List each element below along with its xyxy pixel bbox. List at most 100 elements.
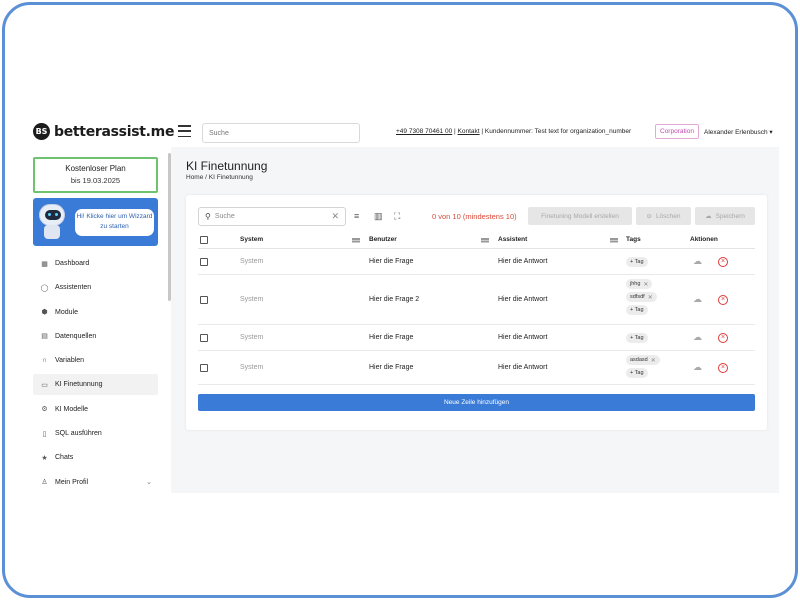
column-header-user[interactable]: Benutzer: [369, 236, 397, 243]
row-checkbox[interactable]: [200, 364, 208, 372]
contact-link[interactable]: Kontakt: [458, 128, 480, 135]
count-status: 0 von 10 (mindestens 10): [432, 212, 517, 221]
tag-label: asdasd: [630, 357, 648, 363]
sidebar-item-label: Module: [55, 308, 78, 316]
sidebar-item-chats[interactable]: ★ Chats: [33, 447, 158, 468]
user-cell[interactable]: Hier die Frage: [369, 258, 413, 265]
robot-icon: ⚙: [41, 406, 48, 414]
remove-tag-icon[interactable]: ✕: [651, 357, 656, 364]
column-header-actions: Aktionen: [690, 236, 718, 243]
system-cell[interactable]: System: [240, 258, 263, 265]
sidebar-item-module[interactable]: ⬢ Module: [33, 302, 158, 323]
cloud-upload-icon[interactable]: ☁: [693, 362, 702, 373]
add-tag-button[interactable]: + Tag: [626, 368, 648, 378]
sidebar-item-label: Variablen: [55, 357, 85, 365]
wizard-text: Hi! Klicke hier um Wizzard zu starten: [75, 209, 154, 236]
breadcrumb-home[interactable]: Home: [186, 174, 203, 181]
row-checkbox[interactable]: [200, 296, 208, 304]
filter-icon[interactable]: ≡: [354, 211, 359, 221]
chevron-down-icon[interactable]: ⌄: [146, 478, 152, 486]
column-menu-icon[interactable]: [481, 238, 489, 240]
database-icon: ▤: [41, 333, 48, 341]
phone-link[interactable]: +49 7308 70461 00: [396, 128, 452, 135]
table-header: System Benutzer Assistent Tags Aktionen: [198, 233, 755, 249]
remove-tag-icon[interactable]: ✕: [648, 294, 653, 301]
finetuning-card: ⚲ Suche ✕ ≡ ▥ ⛶ 0 von 10 (mindestens 10)…: [186, 195, 767, 430]
add-tag-button[interactable]: + Tag: [626, 333, 648, 343]
user-cell[interactable]: Hier die Frage: [369, 334, 413, 341]
robot-icon: [37, 204, 67, 240]
sidebar-item-label: Dashboard: [55, 260, 90, 267]
system-cell[interactable]: System: [240, 296, 263, 303]
search-placeholder: Suche: [214, 213, 235, 220]
select-all-checkbox[interactable]: [200, 236, 208, 244]
delete-row-icon[interactable]: ×: [718, 257, 728, 267]
clear-search-icon[interactable]: ✕: [331, 211, 339, 222]
sidebar-item-datenquellen[interactable]: ▤ Datenquellen: [33, 326, 158, 347]
row-checkbox[interactable]: [200, 258, 208, 266]
brand-logo[interactable]: BS betterassist.me: [33, 123, 174, 140]
fullscreen-icon[interactable]: ⛶: [394, 211, 400, 222]
create-model-button[interactable]: Finetuning Modell erstellen: [528, 207, 632, 225]
assistant-cell[interactable]: Hier die Antwort: [498, 334, 547, 341]
delete-row-icon[interactable]: ×: [718, 333, 728, 343]
plan-box[interactable]: Kostenloser Plan bis 19.03.2025: [33, 157, 158, 193]
add-tag-button[interactable]: + Tag: [626, 257, 648, 267]
sidebar-item-assistenten[interactable]: ◯ Assistenten: [33, 277, 158, 298]
assistant-cell[interactable]: Hier die Antwort: [498, 258, 547, 265]
user-menu[interactable]: Alexander Erlenbusch ▾: [704, 128, 773, 136]
user-cell[interactable]: Hier die Frage 2: [369, 296, 419, 303]
system-cell[interactable]: System: [240, 334, 263, 341]
sidebar-item-dashboard[interactable]: ▦ Dashboard: [33, 253, 158, 274]
tag-label: sdfsdf: [630, 294, 645, 300]
cloud-upload-icon[interactable]: ☁: [693, 294, 702, 305]
wizard-banner[interactable]: Hi! Klicke hier um Wizzard zu starten: [33, 198, 158, 246]
logo-mark-icon: BS: [33, 123, 50, 140]
column-header-assistant[interactable]: Assistent: [498, 236, 527, 243]
hamburger-menu-icon[interactable]: [178, 125, 191, 137]
separator: |: [481, 128, 484, 135]
tags-cell: jhhg ✕ sdfsdf ✕ + Tag: [626, 279, 657, 315]
system-cell[interactable]: System: [240, 364, 263, 371]
breadcrumb-separator: /: [205, 174, 207, 181]
finetuning-table: System Benutzer Assistent Tags Aktionen …: [198, 233, 755, 385]
column-menu-icon[interactable]: [352, 238, 360, 240]
separator: |: [454, 128, 456, 135]
assistant-cell[interactable]: Hier die Antwort: [498, 364, 547, 371]
table-row: System Hier die Frage Hier die Antwort a…: [198, 351, 755, 385]
cloud-upload-icon[interactable]: ☁: [693, 332, 702, 343]
column-menu-icon[interactable]: [610, 238, 618, 240]
sidebar-item-label: SQL ausführen: [55, 430, 102, 438]
page-title: KI Finetunnung: [186, 159, 268, 173]
sidebar-item-sql[interactable]: ▯ SQL ausführen: [33, 423, 158, 444]
sidebar-item-label: Datenquellen: [55, 332, 97, 340]
screenshot-frame: BS betterassist.me Suche +49 7308 70461 …: [2, 2, 798, 598]
sidebar-item-label: Mein Profil: [55, 478, 89, 486]
top-search-input[interactable]: Suche: [202, 123, 360, 143]
column-header-system[interactable]: System: [240, 236, 263, 243]
table-search-input[interactable]: ⚲ Suche ✕: [198, 207, 346, 226]
sidebar-item-ki-modelle[interactable]: ⚙ KI Modelle: [33, 399, 158, 420]
remove-tag-icon[interactable]: ✕: [643, 281, 648, 288]
document-icon: ▯: [42, 430, 47, 438]
plan-date: bis 19.03.2025: [70, 176, 121, 185]
assistant-cell[interactable]: Hier die Antwort: [498, 296, 547, 303]
add-row-button[interactable]: Neue Zeile hinzufügen: [198, 394, 755, 411]
columns-icon[interactable]: ▥: [374, 211, 383, 222]
row-checkbox[interactable]: [200, 334, 208, 342]
cloud-upload-icon[interactable]: ☁: [693, 256, 702, 267]
add-tag-button[interactable]: + Tag: [626, 305, 648, 315]
headset-icon: ∩: [41, 357, 48, 365]
delete-row-icon[interactable]: ×: [718, 363, 728, 373]
delete-row-icon[interactable]: ×: [718, 295, 728, 305]
sidebar-item-variablen[interactable]: ∩ Variablen: [33, 350, 158, 371]
sidebar-item-label: Chats: [55, 454, 74, 462]
user-cell[interactable]: Hier die Frage: [369, 364, 413, 371]
tags-cell: asdasd ✕ + Tag: [626, 355, 660, 378]
save-button[interactable]: ☁ Speichern: [695, 207, 755, 225]
sidebar-item-ki-finetunnung[interactable]: ▭ KI Finetunnung: [33, 374, 158, 396]
sidebar-item-mein-profil[interactable]: ♙ Mein Profil ⌄: [33, 472, 158, 493]
delete-button[interactable]: ⊖ Löschen: [636, 207, 691, 225]
corporation-badge: Corporation: [655, 124, 699, 139]
chat-bubble-icon: ◯: [40, 284, 49, 292]
